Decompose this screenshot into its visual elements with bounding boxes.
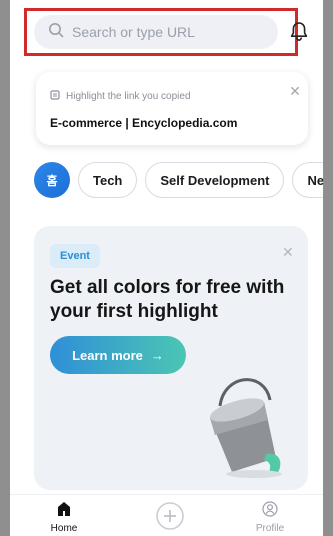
event-badge: Event: [50, 244, 100, 268]
arrow-right-icon: →: [150, 347, 164, 363]
app-screen: Search or type URL Highlight the link yo…: [10, 0, 323, 536]
nav-profile[interactable]: Profile: [240, 501, 300, 534]
plus-circle-icon: [155, 502, 185, 534]
copied-link-card[interactable]: Highlight the link you copied ✕ E-commer…: [36, 72, 308, 145]
copied-link-hint: Highlight the link you copied: [50, 90, 191, 103]
learn-more-label: Learn more: [72, 347, 143, 363]
event-title: Get all colors for free with your first …: [50, 277, 285, 322]
nav-profile-label: Profile: [255, 523, 285, 534]
bell-icon[interactable]: [289, 21, 309, 43]
tab-next[interactable]: Ne: [292, 162, 323, 198]
search-highlight-box: [24, 8, 298, 56]
tab-home[interactable]: 홈: [34, 162, 70, 198]
event-promo-card: Event ✕ Get all colors for free with you…: [34, 226, 308, 490]
copied-link-title: E-commerce | Encyclopedia.com: [50, 116, 238, 130]
learn-more-button[interactable]: Learn more →: [50, 336, 186, 374]
copied-link-hint-text: Highlight the link you copied: [66, 91, 191, 102]
paint-bucket-illustration: [209, 378, 282, 478]
top-bar: Search or type URL: [10, 0, 323, 72]
bottom-navigation: Home Profile: [10, 494, 323, 536]
tab-self-development[interactable]: Self Development: [145, 162, 285, 198]
close-icon[interactable]: ✕: [288, 84, 302, 98]
category-tabs: 홈 Tech Self Development Ne: [10, 162, 323, 202]
clipboard-icon: [50, 90, 60, 103]
tab-tech[interactable]: Tech: [78, 162, 138, 198]
add-button[interactable]: [140, 501, 200, 534]
home-icon: [56, 502, 72, 520]
close-icon[interactable]: ✕: [282, 244, 294, 261]
profile-icon: [262, 501, 278, 520]
nav-home-label: Home: [50, 523, 78, 534]
nav-home[interactable]: Home: [34, 501, 94, 534]
